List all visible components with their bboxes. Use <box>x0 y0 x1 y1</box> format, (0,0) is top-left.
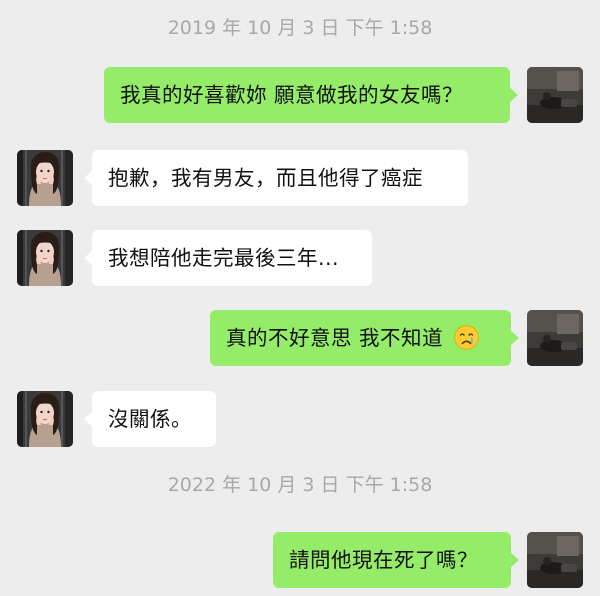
contact-avatar[interactable] <box>17 230 73 286</box>
chat-timestamp: 2022 年 10 月 3 日 下午 1:58 <box>167 474 433 496</box>
chat-timestamp: 2019 年 10 月 3 日 下午 1:58 <box>167 17 433 39</box>
incoming-message-bubble[interactable]: 我想陪他走完最後三年... <box>84 230 372 286</box>
crying-face-emoji-icon <box>454 324 479 350</box>
message-text: 我想陪他走完最後三年... <box>108 246 340 270</box>
incoming-message-bubble[interactable]: 沒關係。 <box>84 391 216 447</box>
message-text: 抱歉，我有男友，而且他得了癌症 <box>108 166 423 190</box>
message-text: 請問他現在死了嗎？ <box>289 548 478 572</box>
message-text: 我真的好喜歡妳 願意做我的女友嗎？ <box>120 83 464 107</box>
my-avatar[interactable] <box>527 310 583 366</box>
outgoing-message-bubble[interactable]: 真的不好意思 我不知道 <box>210 310 519 366</box>
contact-avatar[interactable] <box>17 150 73 206</box>
my-avatar[interactable] <box>527 67 583 123</box>
message-text: 沒關係。 <box>108 407 192 431</box>
outgoing-message-bubble[interactable]: 請問他現在死了嗎？ <box>273 532 519 588</box>
message-text: 真的不好意思 我不知道 <box>226 326 444 350</box>
incoming-message-bubble[interactable]: 抱歉，我有男友，而且他得了癌症 <box>84 150 468 206</box>
contact-avatar[interactable] <box>17 391 73 447</box>
outgoing-message-bubble[interactable]: 我真的好喜歡妳 願意做我的女友嗎？ <box>104 67 518 123</box>
my-avatar[interactable] <box>527 532 583 588</box>
